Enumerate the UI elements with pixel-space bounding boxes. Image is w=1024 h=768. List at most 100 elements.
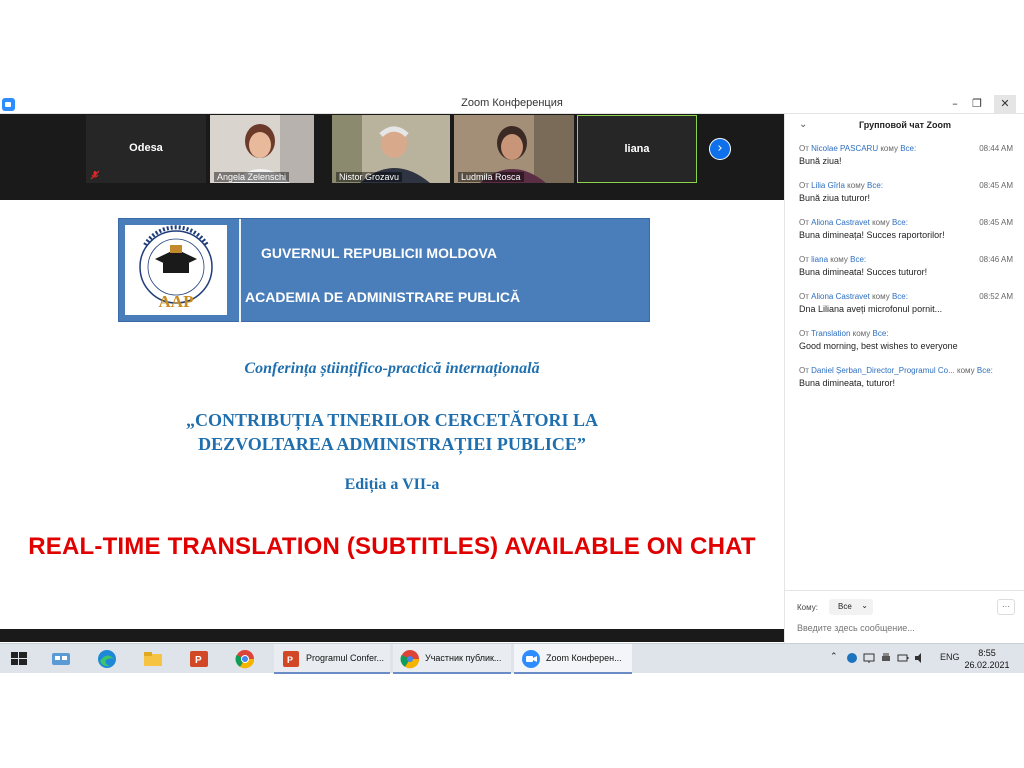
chrome-icon[interactable] xyxy=(234,648,256,670)
to-word: кому xyxy=(847,181,865,190)
logo-aap-text: AAP xyxy=(158,292,194,311)
chat-panel: ⌄ Групповой чат Zoom От Nicolae PASCARU … xyxy=(784,114,1024,643)
screen: Zoom Конференция – ❐ ✕ Odesa Angela Zele… xyxy=(0,95,1024,674)
clock-time: 8:55 xyxy=(978,648,996,658)
recipient-name[interactable]: Все: xyxy=(977,366,993,375)
sender-name[interactable]: Aliona Castravet xyxy=(811,292,870,301)
taskbar-button-chrome[interactable]: Участник публик... xyxy=(393,644,511,674)
conference-subtitle: Conferința științifico-practică internaț… xyxy=(244,360,540,377)
chrome-icon xyxy=(400,650,420,669)
security-shield-icon[interactable] xyxy=(846,652,858,664)
from-prefix: От xyxy=(799,218,809,227)
participant-name: Angela Zelenschi xyxy=(214,172,290,182)
task-view-icon[interactable] xyxy=(50,648,72,670)
muted-mic-icon xyxy=(90,170,100,180)
chat-message: От Aliona Castravet кому Все: 08:45 AM Bun… xyxy=(799,218,1013,240)
chat-message-meta: От Lilia Gîrla кому Все: 08:45 AM xyxy=(799,181,1013,190)
chat-compose-area: Кому: Все ⌄ ··· xyxy=(785,590,1024,643)
shared-screen-slide: AAP GUVERNUL REPUBLICII MOLDOVA ACADEMIA… xyxy=(0,200,784,629)
chat-title: Групповой чат Zoom xyxy=(858,120,952,130)
window-titlebar: Zoom Конференция – ❐ ✕ xyxy=(0,95,1024,114)
input-language-indicator[interactable]: ENG xyxy=(940,652,960,662)
message-text: Bună ziua! xyxy=(799,156,842,166)
recipient-name[interactable]: Все: xyxy=(867,181,883,190)
participant-name: Ludmila Rosca xyxy=(458,172,524,182)
more-options-button[interactable]: ··· xyxy=(997,599,1015,615)
next-page-button[interactable]: › xyxy=(709,138,731,160)
chat-message: От Nicolae PASCARU кому Все: 08:44 AM Bună… xyxy=(799,144,1013,166)
windows-start-icon[interactable] xyxy=(8,648,30,670)
participant-name: Odesa xyxy=(129,142,163,154)
wifi-disconnected-icon[interactable] xyxy=(863,652,875,664)
sender-name[interactable]: Daniel Șerban_Director_Programul Co... xyxy=(811,366,955,375)
zoom-app-icon xyxy=(522,650,540,668)
message-text: Buna dimineata, tuturor! xyxy=(799,378,896,388)
svg-text:P: P xyxy=(287,655,293,665)
from-prefix: От xyxy=(799,144,809,153)
taskbar-button-zoom[interactable]: Zoom Конферен... xyxy=(514,644,632,674)
sender-name[interactable]: Translation xyxy=(811,329,850,338)
to-word: кому xyxy=(872,218,890,227)
chevron-right-icon: › xyxy=(717,141,723,156)
to-word: кому xyxy=(852,329,871,338)
sender-name[interactable]: Aliona Castravet xyxy=(811,218,870,227)
battery-icon[interactable] xyxy=(897,652,909,664)
video-tile-ludmila[interactable]: Ludmila Rosca xyxy=(454,115,574,183)
chat-message-meta: От liana кому Все: 08:46 AM xyxy=(799,255,1013,264)
chat-message-input[interactable] xyxy=(797,623,1007,633)
sender-name[interactable]: Nicolae PASCARU xyxy=(811,144,878,153)
windows-taskbar: P P Programul Confer... Участник публик.… xyxy=(0,643,1024,674)
from-prefix: От xyxy=(799,366,809,375)
system-clock[interactable]: 8:55 26.02.2021 xyxy=(962,647,1012,671)
recipient-name[interactable]: Все: xyxy=(850,255,866,264)
sender-name[interactable]: liana xyxy=(811,255,828,264)
recipient-value: Все xyxy=(838,602,852,611)
video-tile-odesa[interactable]: Odesa xyxy=(86,115,206,183)
message-text: Good morning, best wishes to everyone xyxy=(799,341,958,351)
recipient-name[interactable]: Все: xyxy=(900,144,916,153)
taskbar-button-label: Участник публик... xyxy=(425,653,502,663)
show-hidden-icons-button[interactable]: ⌃ xyxy=(830,651,838,662)
minimize-button[interactable]: – xyxy=(944,95,966,114)
recipient-name[interactable]: Все: xyxy=(873,329,889,338)
taskbar-button-pdf[interactable]: P Programul Confer... xyxy=(274,644,390,674)
powerpoint-icon[interactable]: P xyxy=(188,648,210,670)
chat-message: От Daniel Șerban_Director_Programul Co..… xyxy=(799,366,1013,388)
file-explorer-icon[interactable] xyxy=(142,648,164,670)
printer-icon[interactable] xyxy=(880,652,892,664)
to-word: кому xyxy=(956,366,975,375)
academy-logo: AAP xyxy=(125,225,227,315)
edition-label: Ediția a VII-a xyxy=(344,476,440,493)
chat-message-meta: От Daniel Șerban_Director_Programul Co..… xyxy=(799,366,1013,375)
volume-icon[interactable] xyxy=(914,652,926,664)
to-word: кому xyxy=(872,292,890,301)
meeting-controls-bar xyxy=(0,629,784,642)
sender-name[interactable]: Lilia Gîrla xyxy=(811,181,845,190)
taskbar-button-label: Zoom Конферен... xyxy=(546,653,622,663)
recipient-select[interactable]: Все ⌄ xyxy=(829,599,873,615)
edge-browser-icon[interactable] xyxy=(96,648,118,670)
from-prefix: От xyxy=(799,329,809,338)
chat-message-meta: От Aliona Castravet кому Все: 08:52 AM xyxy=(799,292,1013,301)
conference-title-line1: „CONTRIBUȚIA TINERILOR CERCETĂTORI LA xyxy=(186,410,598,430)
video-gallery-strip: Odesa Angela Zelenschi Nistor Grozavu Lu… xyxy=(0,114,784,200)
to-word: кому xyxy=(830,255,848,264)
participant-name: Nistor Grozavu xyxy=(336,172,403,182)
close-button[interactable]: ✕ xyxy=(994,95,1016,114)
message-time: 08:46 AM xyxy=(979,255,1013,264)
message-time: 08:45 AM xyxy=(979,218,1013,227)
recipient-name[interactable]: Все: xyxy=(892,218,908,227)
from-prefix: От xyxy=(799,255,809,264)
chat-message-meta: От Nicolae PASCARU кому Все: 08:44 AM xyxy=(799,144,1013,153)
svg-text:P: P xyxy=(195,655,202,666)
video-tile-angela[interactable]: Angela Zelenschi xyxy=(210,115,314,183)
video-tile-nistor[interactable]: Nistor Grozavu xyxy=(332,115,450,183)
recipient-label: Кому: xyxy=(797,603,818,612)
pdf-document-icon: P xyxy=(283,651,299,667)
video-tile-liana[interactable]: liana xyxy=(577,115,697,183)
recipient-name[interactable]: Все: xyxy=(892,292,908,301)
message-text: Dna Liliana aveți microfonul pornit... xyxy=(799,304,943,314)
restore-button[interactable]: ❐ xyxy=(966,95,988,114)
chat-message-meta: От Translation кому Все: xyxy=(799,329,1013,338)
to-word: кому xyxy=(880,144,898,153)
